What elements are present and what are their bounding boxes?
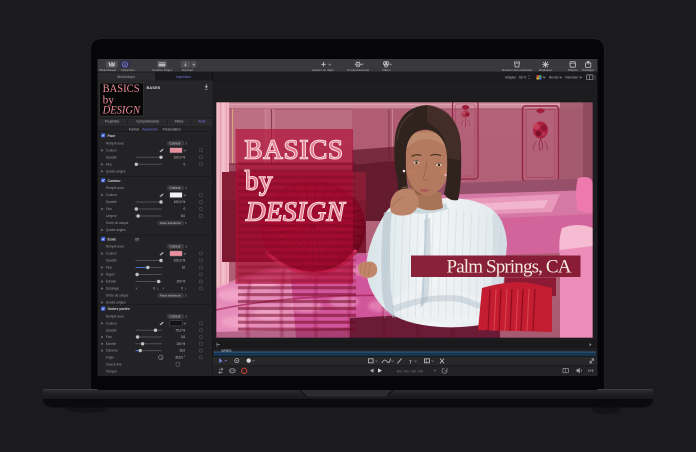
svg-text:Remplir avec: Remplir avec [106, 315, 125, 319]
svg-text:Ordre de calque: Ordre de calque [106, 221, 129, 225]
svg-text:Éclat: Éclat [108, 237, 117, 242]
svg-text:Quatre angles: Quatre angles [106, 169, 126, 173]
svg-text:Couleur: Couleur [170, 315, 181, 319]
svg-text:Ajouter un objet: Ajouter un objet [312, 68, 334, 72]
svg-text:DESIGN: DESIGN [102, 105, 142, 117]
svg-text:Importer: Importer [182, 68, 194, 72]
svg-text:Largeur: Largeur [106, 214, 117, 218]
svg-text:Rendu: Rendu [549, 75, 559, 79]
svg-text:Flou: Flou [106, 335, 112, 339]
svg-text:100 %: 100 % [176, 280, 185, 284]
svg-text:Flou: Flou [106, 162, 112, 166]
svg-text:5,0: 5,0 [181, 214, 186, 218]
svg-text:Remplir avec: Remplir avec [106, 245, 125, 249]
svg-text:Flou: Flou [106, 207, 112, 211]
svg-text:0,6: 0,6 [181, 335, 186, 339]
svg-text:Propriétés: Propriétés [105, 119, 120, 123]
svg-text:Inspecteur: Inspecteur [121, 68, 135, 72]
svg-text:Tampon: Tampon [106, 370, 117, 374]
svg-text:15,0: 15,0 [179, 349, 185, 353]
svg-text:Inspecteur: Inspecteur [176, 75, 192, 79]
svg-text:Comportements: Comportements [347, 68, 369, 72]
svg-text:Couleur: Couleur [170, 186, 181, 190]
svg-text:Remplir avec: Remplir avec [106, 186, 125, 190]
svg-text:Opacité: Opacité [106, 259, 117, 263]
svg-text:75,0 %: 75,0 % [175, 328, 185, 332]
svg-text:00:00:00:00: 00:00:00:00 [397, 370, 424, 374]
svg-text:0: 0 [183, 162, 185, 166]
svg-text:Angle: Angle [106, 356, 114, 360]
svg-text:Opacité: Opacité [106, 328, 117, 332]
svg-text:Apparence: Apparence [142, 127, 158, 131]
svg-text:Répliquer: Répliquer [539, 68, 552, 72]
svg-text:Opacité: Opacité [106, 155, 117, 159]
svg-text:Adapter :: Adapter : [505, 75, 518, 79]
svg-text:Ombre portée: Ombre portée [108, 307, 130, 311]
svg-text:Flou: Flou [106, 266, 112, 270]
svg-text:100,0 %: 100,0 % [174, 200, 186, 204]
svg-text:Distance: Distance [106, 349, 118, 353]
svg-text:Filtres: Filtres [382, 68, 391, 72]
svg-text:T: T [409, 359, 412, 365]
svg-text:Fenêtre Projet: Fenêtre Projet [152, 68, 172, 72]
svg-text:Couleur: Couleur [106, 193, 117, 197]
svg-text:Bibliothèque: Bibliothèque [117, 75, 135, 79]
svg-text:Couleur: Couleur [170, 245, 181, 249]
svg-text:0: 0 [181, 287, 183, 291]
svg-text:Face inférieure: Face inférieure [160, 294, 181, 298]
svg-text:Partager: Partager [582, 68, 594, 72]
svg-text:Face inférieure: Face inférieure [160, 221, 181, 225]
svg-text:BASICS: BASICS [245, 135, 344, 165]
svg-text:Échelle: Échelle [106, 341, 117, 346]
svg-text:Ordre de calque: Ordre de calque [106, 294, 129, 298]
svg-text:Échelle: Échelle [106, 279, 117, 284]
svg-text:Bibliothèque: Bibliothèque [100, 68, 117, 72]
svg-text:Quatre angles: Quatre angles [106, 228, 126, 232]
svg-text:Présentation: Présentation [163, 127, 181, 131]
svg-text:Face: Face [108, 134, 116, 138]
svg-text:100,0 %: 100,0 % [174, 259, 186, 263]
svg-text:Quatre angles: Quatre angles [106, 301, 126, 305]
svg-text:Décalage: Décalage [106, 287, 120, 291]
svg-text:100,0 %: 100,0 % [174, 155, 186, 159]
svg-text:DESIGN: DESIGN [245, 197, 346, 227]
svg-text:Opacité: Opacité [106, 200, 117, 204]
svg-text:Couleur: Couleur [106, 321, 117, 325]
svg-text:Générer des particules: Générer des particules [502, 68, 533, 72]
svg-text:Visionner: Visionner [565, 75, 579, 79]
svg-text:Rayon: Rayon [106, 273, 115, 277]
svg-text:0: 0 [183, 207, 185, 211]
svg-text:Format: Format [129, 127, 139, 131]
svg-text:Texte: Texte [198, 119, 206, 123]
svg-text:Contour: Contour [108, 179, 122, 183]
svg-text:100 %: 100 % [176, 342, 185, 346]
svg-text:Y: Y [163, 287, 165, 291]
svg-text:Couleur: Couleur [106, 148, 117, 152]
svg-text:Source fixe: Source fixe [106, 362, 122, 366]
svg-text:Palm Springs, CA: Palm Springs, CA [447, 256, 572, 277]
svg-text:Couleur: Couleur [170, 141, 181, 145]
svg-text:Couleur: Couleur [106, 252, 117, 256]
svg-text:Filtres: Filtres [175, 119, 184, 123]
svg-text:315,0 °: 315,0 ° [175, 356, 186, 360]
svg-text:by: by [245, 166, 273, 196]
svg-text:Remplir avec: Remplir avec [106, 141, 125, 145]
svg-text:0: 0 [153, 287, 155, 291]
svg-text:Palette: Palette [568, 68, 578, 72]
svg-text:X: X [136, 287, 138, 291]
svg-text:68 %: 68 % [519, 75, 526, 79]
svg-text:10: 10 [182, 266, 186, 270]
svg-text:Comportements: Comportements [136, 119, 159, 123]
svg-text:BASES: BASES [147, 85, 161, 90]
